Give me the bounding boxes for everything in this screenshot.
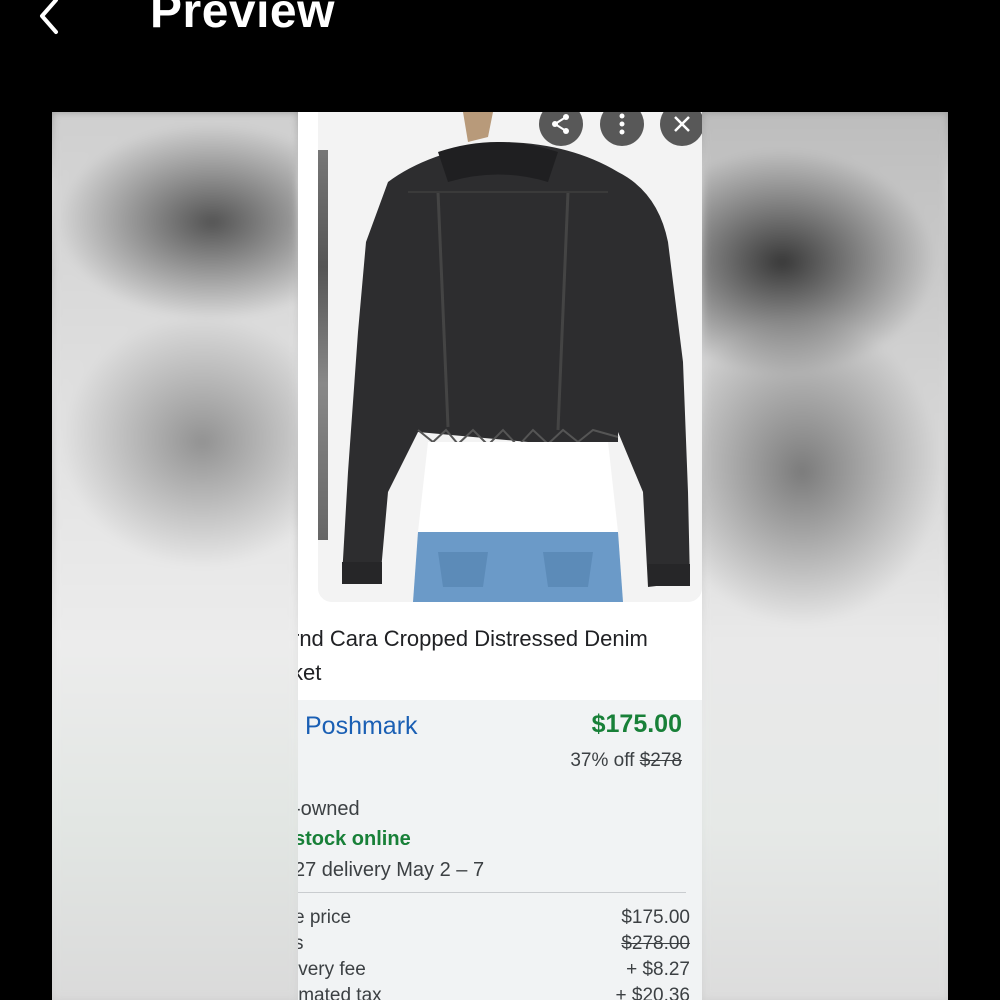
breakdown-label: s <box>298 933 304 954</box>
breakdown-label: imated tax <box>298 985 382 1000</box>
top-bar: Preview <box>0 0 1000 112</box>
discount-text: 37% off $278 <box>570 750 682 772</box>
discount-percent: 37% off <box>570 750 640 771</box>
divider <box>298 892 686 893</box>
product-image[interactable] <box>318 112 702 602</box>
product-title-line-1: rnd Cara Cropped Distressed Denim <box>298 626 648 651</box>
breakdown-label: e price <box>298 907 352 928</box>
screenshot-preview: rnd Cara Cropped Distressed Denim ket Po… <box>52 112 948 1000</box>
breakdown-value: $175.00 <box>621 907 690 928</box>
store-link[interactable]: Poshmark <box>305 712 418 741</box>
stock-status: stock online <box>298 828 411 850</box>
breakdown-value: + $20.36 <box>615 985 691 1000</box>
delivery-info: 27 delivery May 2 – 7 <box>298 859 485 881</box>
offer-price: $175.00 <box>591 710 682 738</box>
more-vert-icon <box>619 113 625 135</box>
original-price: $278 <box>639 750 682 771</box>
breakdown-label: ivery fee <box>298 959 366 980</box>
condition-text: -owned <box>298 798 360 820</box>
product-title[interactable]: rnd Cara Cropped Distressed Denim ket <box>298 622 692 690</box>
product-card: rnd Cara Cropped Distressed Denim ket Po… <box>298 112 702 1000</box>
blurred-background-right <box>702 112 948 1000</box>
blurred-background-left <box>52 112 298 1000</box>
back-button[interactable] <box>30 0 90 38</box>
share-icon <box>552 114 569 134</box>
thumbnail-strip[interactable] <box>318 150 328 540</box>
product-title-line-2: ket <box>298 660 322 685</box>
breakdown-value: $278.00 <box>621 933 690 954</box>
back-arrow-icon <box>40 0 58 34</box>
product-image-area <box>318 112 702 602</box>
offer-panel: Poshmark $175.00 37% off $278 -owned sto… <box>298 700 702 1000</box>
breakdown-value: + $8.27 <box>626 959 690 980</box>
close-icon <box>674 116 690 132</box>
page-title: Preview <box>150 0 335 38</box>
